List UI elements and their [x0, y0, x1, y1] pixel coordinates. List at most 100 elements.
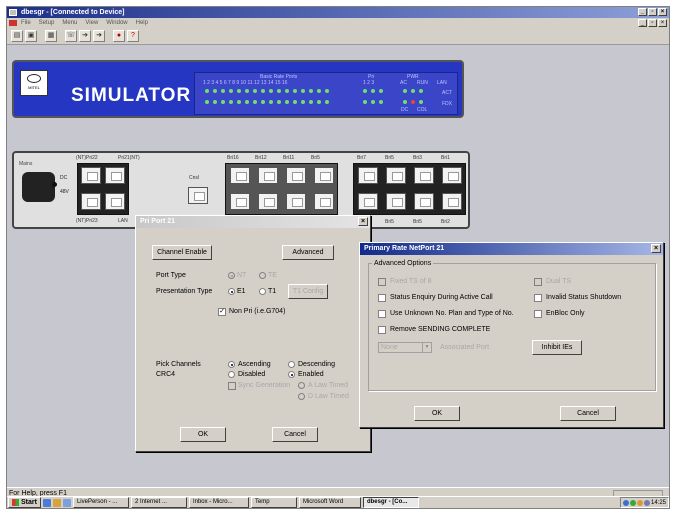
port-bri3[interactable] — [414, 167, 434, 184]
tray-volume-icon[interactable] — [636, 499, 643, 506]
channel-enable-button[interactable]: Channel Enable — [152, 245, 212, 260]
status-led-row-1 — [403, 89, 423, 93]
task-internet[interactable]: 2 Internet ... — [130, 497, 187, 508]
help-icon[interactable]: ? — [127, 30, 139, 42]
run-label: RUN — [417, 80, 428, 86]
menu-help[interactable]: Help — [136, 18, 148, 28]
connect-icon[interactable]: ▦ — [45, 30, 57, 42]
system-tray: 14:25 — [619, 497, 669, 508]
menu-file[interactable]: File — [21, 18, 31, 28]
port-bri11[interactable] — [286, 167, 306, 184]
inhibit-ies-button[interactable]: Inhibit IEs — [532, 340, 582, 355]
tray-antivirus-icon[interactable] — [629, 499, 636, 506]
port-lan[interactable] — [105, 193, 125, 210]
start-button[interactable]: Start — [8, 497, 41, 508]
port-bri12[interactable] — [258, 167, 278, 184]
bri-port-group-2 — [353, 163, 466, 215]
unknown-plan-checkbox[interactable] — [378, 310, 386, 318]
port-label-bri12: Bri12 — [255, 155, 267, 161]
minimize-button[interactable]: _ — [638, 8, 647, 16]
primary-rate-close-button[interactable]: × — [651, 244, 661, 253]
stop-icon[interactable]: ● — [113, 30, 125, 42]
task-inbox[interactable]: Inbox - Micro... — [188, 497, 249, 508]
task-liveperson[interactable]: LivePerson - ... — [72, 497, 129, 508]
restore-button[interactable]: ▫ — [648, 8, 657, 16]
port-bri5b[interactable] — [386, 167, 406, 184]
pri-ok-button[interactable]: OK — [180, 427, 226, 442]
e1-radio[interactable] — [228, 288, 235, 295]
port-console[interactable] — [188, 187, 208, 204]
task-dbesgr[interactable]: dbesgr - [Co... — [362, 497, 419, 508]
port-bri4[interactable] — [414, 193, 434, 210]
crc4-enabled-radio[interactable] — [288, 371, 295, 378]
start-label: Start — [21, 499, 37, 506]
brand-logo: MITEL — [20, 70, 48, 96]
a-law-radio[interactable] — [298, 382, 305, 389]
d-law-radio[interactable] — [298, 393, 305, 400]
desktop-icon[interactable] — [62, 498, 71, 507]
crc4-disabled-radio[interactable] — [228, 371, 235, 378]
t1-config-button[interactable]: T1 Config — [288, 284, 328, 299]
port-bri6[interactable] — [386, 193, 406, 210]
nt-radio[interactable] — [228, 272, 235, 279]
forward-icon[interactable]: ➔ — [79, 30, 91, 42]
menu-view[interactable]: View — [85, 18, 98, 28]
tray-network-icon[interactable] — [622, 499, 629, 506]
port-pri21[interactable] — [105, 167, 125, 184]
port-bri7[interactable] — [358, 167, 378, 184]
port-label-lan: LAN — [118, 218, 128, 224]
port-bri2[interactable] — [442, 193, 462, 210]
menu-setup[interactable]: Setup — [39, 18, 55, 28]
advanced-button[interactable]: Advanced — [282, 245, 334, 260]
descending-radio[interactable] — [288, 361, 295, 368]
pick-channels-label: Pick Channels — [156, 361, 201, 368]
te-radio[interactable] — [259, 272, 266, 279]
open-icon[interactable]: ▤ — [11, 30, 23, 42]
menu-menu[interactable]: Menu — [62, 18, 77, 28]
sync-generation-checkbox[interactable] — [228, 382, 236, 390]
doc-restore-button[interactable]: ▫ — [648, 19, 657, 27]
led-row-2 — [205, 100, 329, 104]
doc-minimize-button[interactable]: _ — [638, 19, 647, 27]
outlook-icon[interactable] — [52, 498, 61, 507]
pri-port-dialog-title: Pri Port 21 × — [136, 216, 370, 228]
ie-icon[interactable] — [42, 498, 51, 507]
task-word[interactable]: Microsoft Word — [298, 497, 361, 508]
port-bri14[interactable] — [258, 193, 278, 210]
port-pri22[interactable] — [81, 167, 101, 184]
pri-port-close-button[interactable]: × — [358, 217, 368, 226]
port-bri15[interactable] — [230, 193, 250, 210]
port-bri8[interactable] — [358, 193, 378, 210]
port-bri10[interactable] — [314, 193, 334, 210]
ascending-radio[interactable] — [228, 361, 235, 368]
port-pri23[interactable] — [81, 193, 101, 210]
act-label: ACT — [442, 90, 452, 96]
fixed-ts-checkbox[interactable] — [378, 278, 386, 286]
tray-display-icon[interactable] — [643, 499, 650, 506]
close-button[interactable]: × — [658, 8, 667, 16]
non-pri-checkbox[interactable]: ✓ — [218, 308, 226, 316]
save-icon[interactable]: ▣ — [25, 30, 37, 42]
dual-ts-checkbox[interactable] — [534, 278, 542, 286]
associated-port-select[interactable]: None ▼ — [378, 342, 432, 353]
net-ok-button[interactable]: OK — [414, 406, 460, 421]
associated-port-label: Associated Port — [440, 344, 490, 351]
invalid-status-checkbox[interactable] — [534, 294, 542, 302]
status-enquiry-checkbox[interactable] — [378, 294, 386, 302]
port-bri13[interactable] — [286, 193, 306, 210]
remove-sending-checkbox[interactable] — [378, 326, 386, 334]
doc-close-button[interactable]: × — [658, 19, 667, 27]
port-bri16[interactable] — [230, 167, 250, 184]
phone-icon[interactable]: ☏ — [65, 30, 77, 42]
d-law-label: D Law Timed — [308, 393, 349, 400]
t1-radio[interactable] — [259, 288, 266, 295]
menu-window[interactable]: Window — [106, 18, 127, 28]
port-bri5[interactable] — [314, 167, 334, 184]
port-bri1[interactable] — [442, 167, 462, 184]
invalid-status-label: Invalid Status Shutdown — [546, 294, 622, 301]
pri-cancel-button[interactable]: Cancel — [272, 427, 318, 442]
task-temp[interactable]: Temp — [250, 497, 297, 508]
next-icon[interactable]: ➜ — [93, 30, 105, 42]
enbloc-checkbox[interactable] — [534, 310, 542, 318]
net-cancel-button[interactable]: Cancel — [560, 406, 616, 421]
